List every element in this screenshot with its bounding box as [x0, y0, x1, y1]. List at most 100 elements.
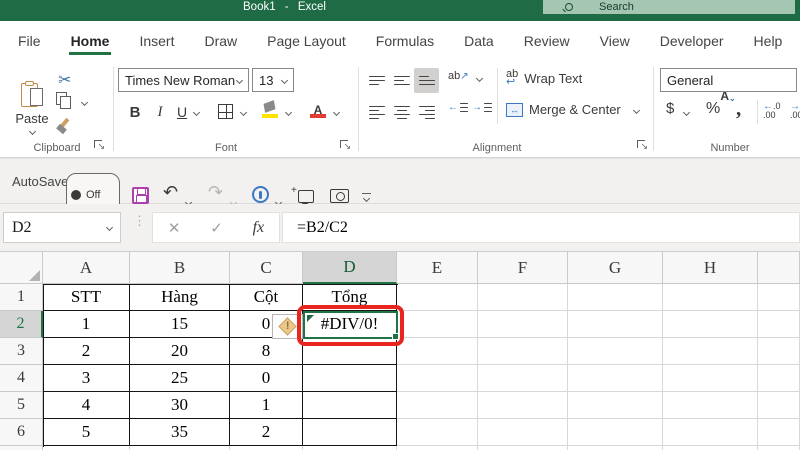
align-left-button[interactable]	[364, 100, 389, 125]
font-color-dropdown[interactable]	[332, 108, 341, 117]
underline-dropdown[interactable]	[192, 108, 201, 117]
cell-F2[interactable]	[478, 311, 568, 338]
cell-I7[interactable]	[758, 446, 800, 450]
merge-center-button[interactable]: ↔ Merge & Center	[506, 102, 621, 117]
cell-A1[interactable]: STT	[43, 284, 130, 311]
cell-H7[interactable]	[663, 446, 758, 450]
name-box[interactable]: D2	[3, 212, 121, 243]
cell-D2[interactable]: #DIV/0!	[303, 311, 397, 338]
tab-data[interactable]: Data	[464, 29, 494, 55]
error-smart-tag-button[interactable]: !	[272, 314, 303, 339]
cell-I4[interactable]	[758, 365, 800, 392]
cell-E3[interactable]	[397, 338, 478, 365]
cell-A2[interactable]: 1	[43, 311, 130, 338]
cell-D7[interactable]	[303, 446, 397, 450]
cell-F7[interactable]	[478, 446, 568, 450]
tab-page-layout[interactable]: Page Layout	[267, 29, 346, 55]
select-all-button[interactable]	[0, 252, 43, 284]
cell-E2[interactable]	[397, 311, 478, 338]
cancel-button[interactable]: ✕	[168, 219, 181, 237]
cell-G6[interactable]	[568, 419, 663, 446]
cell-F4[interactable]	[478, 365, 568, 392]
cell-A7[interactable]	[43, 446, 130, 450]
search-input[interactable]: Search	[543, 0, 795, 14]
row-header-7[interactable]: 7	[0, 446, 43, 450]
format-painter-button[interactable]	[56, 117, 72, 135]
cell-G5[interactable]	[568, 392, 663, 419]
row-header-4[interactable]: 4	[0, 365, 43, 392]
cell-E5[interactable]	[397, 392, 478, 419]
alignment-dialog-launcher[interactable]: ↘	[637, 140, 648, 151]
row-header-6[interactable]: 6	[0, 419, 43, 446]
cell-F1[interactable]	[478, 284, 568, 311]
cell-G3[interactable]	[568, 338, 663, 365]
cell-F5[interactable]	[478, 392, 568, 419]
cell-I6[interactable]	[758, 419, 800, 446]
column-header-E[interactable]: E	[397, 252, 478, 284]
row-header-5[interactable]: 5	[0, 392, 43, 419]
cell-D3[interactable]	[303, 338, 397, 365]
column-header-G[interactable]: G	[568, 252, 663, 284]
cell-C3[interactable]: 8	[230, 338, 303, 365]
align-center-button[interactable]	[389, 100, 414, 125]
font-dialog-launcher[interactable]: ↘	[340, 140, 351, 151]
number-format-combo[interactable]: General	[660, 68, 797, 92]
font-color-button[interactable]: A	[310, 102, 326, 118]
currency-format-button[interactable]: $	[666, 100, 674, 117]
tab-draw[interactable]: Draw	[204, 29, 237, 55]
align-right-button[interactable]	[414, 100, 439, 125]
wrap-text-button[interactable]: ab ↩ Wrap Text	[506, 69, 582, 88]
percent-format-button[interactable]: %	[706, 100, 720, 118]
cell-B4[interactable]: 25	[130, 365, 230, 392]
tab-file[interactable]: File	[18, 29, 41, 55]
cell-C4[interactable]: 0	[230, 365, 303, 392]
align-top-button[interactable]	[364, 68, 389, 93]
cell-I3[interactable]	[758, 338, 800, 365]
merge-center-dropdown[interactable]	[632, 106, 641, 115]
cell-B5[interactable]: 30	[130, 392, 230, 419]
cell-H3[interactable]	[663, 338, 758, 365]
column-header-C[interactable]: C	[230, 252, 303, 284]
column-header-partial[interactable]	[758, 252, 800, 284]
column-header-H[interactable]: H	[663, 252, 758, 284]
cell-B7[interactable]	[130, 446, 230, 450]
copy-dropdown[interactable]	[80, 98, 89, 107]
tab-insert[interactable]: Insert	[139, 29, 174, 55]
orientation-dropdown[interactable]	[475, 74, 484, 83]
cell-B2[interactable]: 15	[130, 311, 230, 338]
tab-formulas[interactable]: Formulas	[376, 29, 434, 55]
column-header-F[interactable]: F	[478, 252, 568, 284]
cell-C6[interactable]: 2	[230, 419, 303, 446]
cell-C5[interactable]: 1	[230, 392, 303, 419]
cell-A6[interactable]: 5	[43, 419, 130, 446]
cell-B3[interactable]: 20	[130, 338, 230, 365]
cell-H6[interactable]	[663, 419, 758, 446]
column-header-B[interactable]: B	[130, 252, 230, 284]
cell-I2[interactable]	[758, 311, 800, 338]
comma-format-button[interactable]: ,	[736, 96, 741, 121]
cell-A5[interactable]: 4	[43, 392, 130, 419]
cell-G1[interactable]	[568, 284, 663, 311]
cell-E4[interactable]	[397, 365, 478, 392]
column-header-A[interactable]: A	[43, 252, 130, 284]
borders-dropdown[interactable]	[239, 108, 248, 117]
cell-E6[interactable]	[397, 419, 478, 446]
tab-developer[interactable]: Developer	[660, 29, 724, 55]
cell-H4[interactable]	[663, 365, 758, 392]
clipboard-dialog-launcher[interactable]: ↘	[94, 140, 105, 151]
row-header-3[interactable]: 3	[0, 338, 43, 365]
decrease-decimal-button[interactable]: →.0.00	[790, 102, 800, 120]
font-size-combo[interactable]: 13	[252, 68, 294, 92]
decrease-indent-button[interactable]: ←	[448, 102, 468, 113]
cell-A4[interactable]: 3	[43, 365, 130, 392]
cell-G2[interactable]	[568, 311, 663, 338]
cell-D1[interactable]: Tổng	[303, 284, 397, 311]
underline-button[interactable]: U	[174, 100, 190, 124]
insert-function-button[interactable]: fx	[253, 219, 265, 237]
formula-bar-drag-handle[interactable]: ⋮	[133, 214, 146, 227]
cell-I5[interactable]	[758, 392, 800, 419]
paste-button[interactable]: Paste	[8, 66, 56, 148]
cell-G7[interactable]	[568, 446, 663, 450]
increase-decimal-button[interactable]: ←.0.00	[763, 102, 781, 120]
cut-button[interactable]: ✂	[58, 70, 71, 90]
